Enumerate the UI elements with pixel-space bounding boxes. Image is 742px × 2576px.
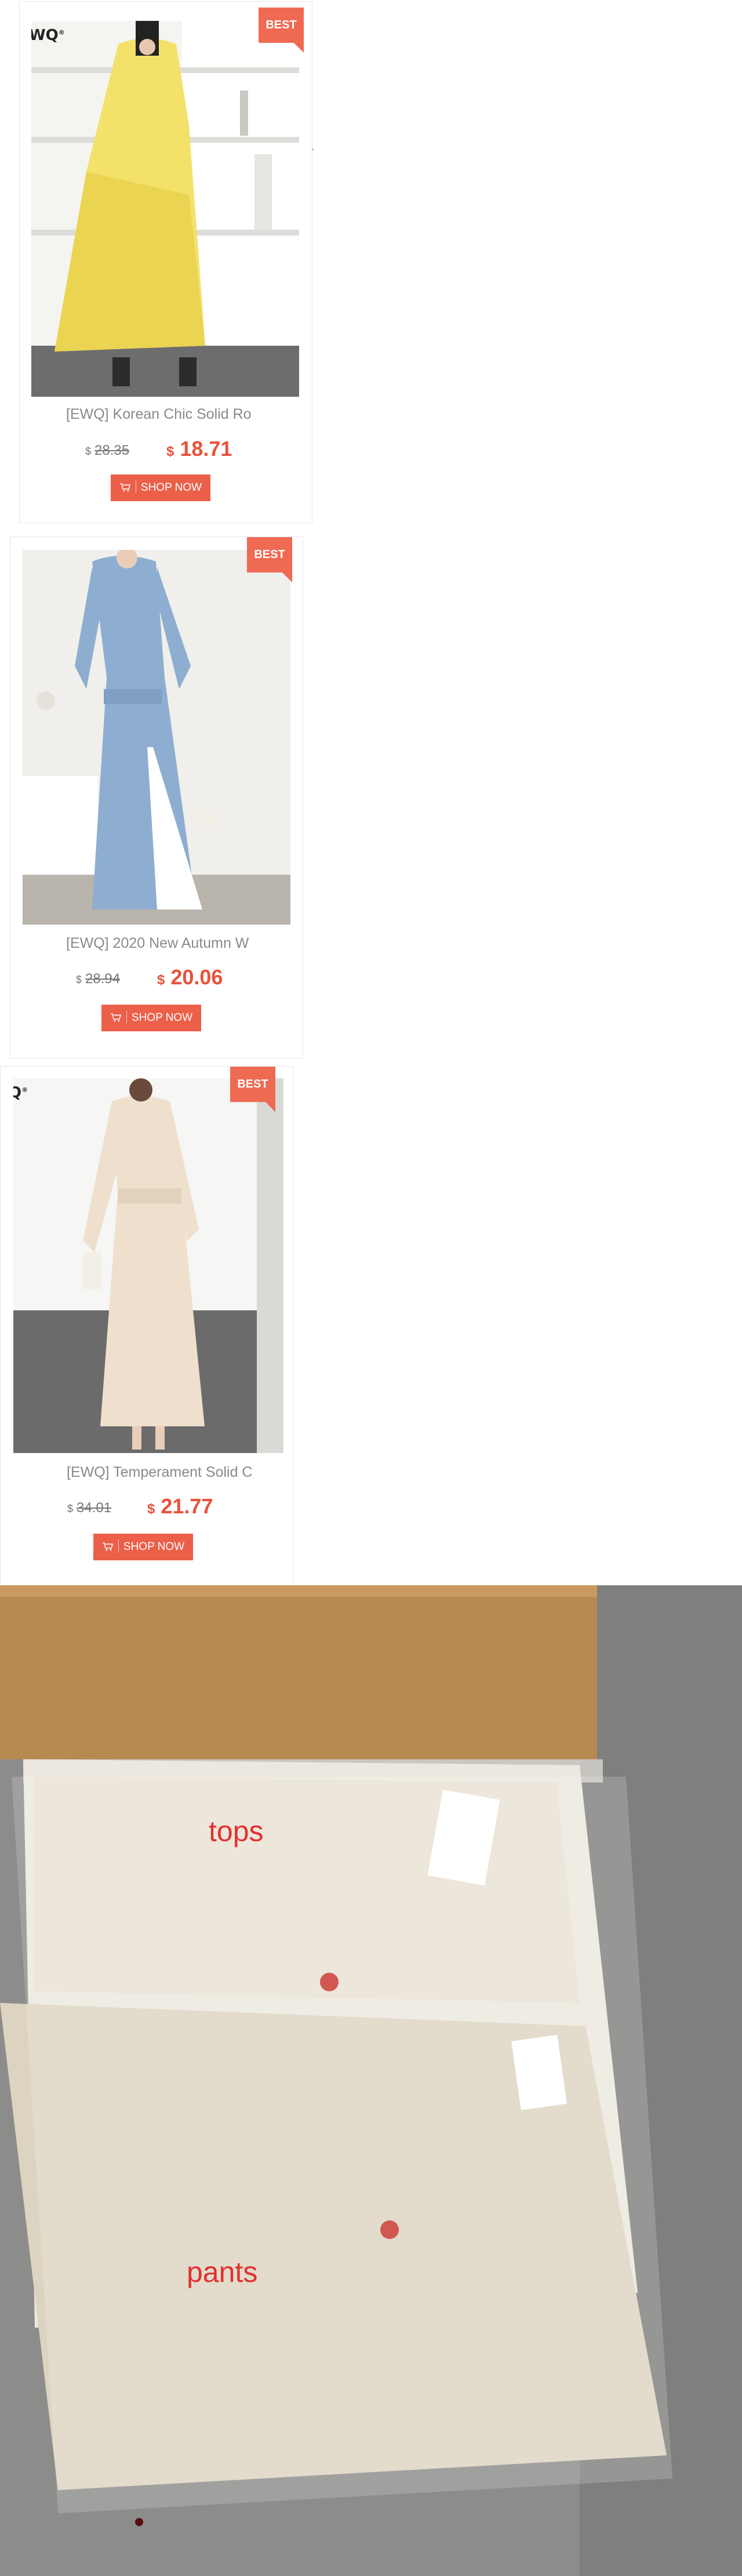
- product-card[interactable]: BEST [EWQ] 2020 New Autumn W $28.94 $20.…: [10, 537, 303, 1059]
- sale-price: $20.06: [157, 965, 223, 989]
- product-photo[interactable]: WQ®: [31, 21, 299, 397]
- old-price: $34.01: [67, 1500, 112, 1516]
- tops-label: tops: [209, 1815, 264, 1847]
- price-row: $34.01 $21.77: [67, 1494, 288, 1520]
- product-photo[interactable]: [23, 550, 290, 925]
- shop-now-label: SHOP NOW: [123, 1541, 185, 1553]
- product-card[interactable]: Q® BEST [EWQ] Temperament Solid C $34.01…: [0, 1066, 293, 1588]
- cream-dress-photo: [13, 1078, 283, 1453]
- blue-dress-photo: [23, 550, 290, 925]
- yellow-dress-photo: [31, 21, 299, 397]
- product-card[interactable]: WQ® BEST [EWQ] Korean Chic Solid Ro $28.…: [19, 1, 312, 523]
- cart-icon: [110, 1013, 121, 1022]
- button-divider: [118, 1539, 119, 1552]
- shop-now-label: SHOP NOW: [140, 481, 202, 494]
- sale-price: $18.71: [166, 437, 232, 461]
- price-row: $28.94 $20.06: [76, 965, 296, 991]
- packaged-items-photo: [0, 1585, 742, 2576]
- pants-label: pants: [187, 2256, 258, 2288]
- package-photo: tops pants: [0, 1585, 742, 2576]
- shop-now-button[interactable]: SHOP NOW: [111, 474, 210, 501]
- product-title[interactable]: [EWQ] Korean Chic Solid Ro: [66, 406, 298, 423]
- product-title[interactable]: [EWQ] Temperament Solid C: [67, 1464, 282, 1481]
- button-divider: [126, 1010, 127, 1023]
- cart-icon: [119, 483, 130, 492]
- brand-logo: WQ®: [31, 27, 65, 44]
- old-price: $28.35: [85, 443, 130, 458]
- old-price: $28.94: [76, 971, 121, 987]
- shop-now-button[interactable]: SHOP NOW: [93, 1534, 193, 1560]
- product-photo[interactable]: Q®: [13, 1078, 283, 1453]
- shop-now-label: SHOP NOW: [131, 1012, 193, 1024]
- product-title[interactable]: [EWQ] 2020 New Autumn W: [66, 935, 298, 952]
- cart-icon: [102, 1542, 113, 1551]
- shop-now-button[interactable]: SHOP NOW: [101, 1005, 201, 1031]
- sale-price: $21.77: [147, 1494, 213, 1518]
- price-row: $28.35 $18.71: [85, 437, 305, 462]
- brand-logo: Q®: [13, 1084, 28, 1102]
- stray-dot: [312, 148, 314, 150]
